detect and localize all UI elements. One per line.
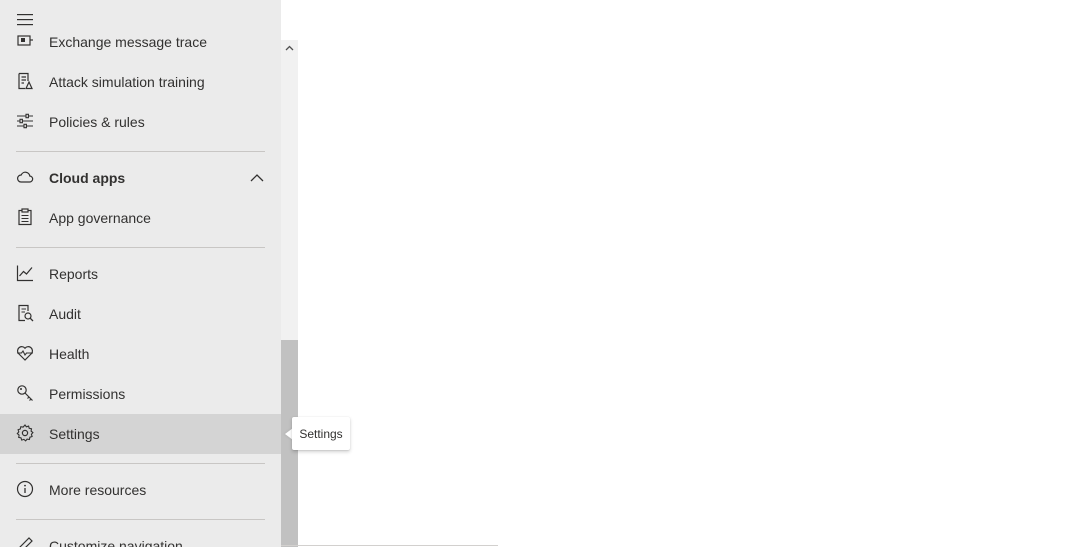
nav-item-attack-simulation-training[interactable]: Attack simulation training <box>0 62 281 102</box>
nav-item-reports[interactable]: Reports <box>0 254 281 294</box>
nav-item-label: Settings <box>49 426 100 442</box>
clipboard-icon <box>16 208 34 226</box>
nav-item-customize-navigation[interactable]: Customize navigation <box>0 526 281 547</box>
settings-tooltip: Settings <box>292 417 350 450</box>
sidebar-scrollbar[interactable] <box>281 40 298 547</box>
navigation-sidebar: Exchange message trace Attack simulation… <box>0 0 281 547</box>
nav-item-audit[interactable]: Audit <box>0 294 281 334</box>
key-icon <box>16 384 34 402</box>
nav-item-label: Health <box>49 346 90 362</box>
nav-item-label: Audit <box>49 306 81 322</box>
line-chart-icon <box>16 264 34 282</box>
nav-section-label: Cloud apps <box>49 170 126 186</box>
pencil-icon <box>16 536 34 547</box>
message-trace-icon <box>16 32 34 50</box>
nav-item-label: Permissions <box>49 386 126 402</box>
nav-item-label: More resources <box>49 482 147 498</box>
nav-item-label: Attack simulation training <box>49 74 205 90</box>
nav-item-label: Policies & rules <box>49 114 145 130</box>
nav-divider <box>16 463 265 464</box>
scroll-up-arrow-icon <box>285 45 294 51</box>
heart-pulse-icon <box>16 344 34 362</box>
nav-item-policies-rules[interactable]: Policies & rules <box>0 102 281 142</box>
cloud-icon <box>16 168 34 186</box>
audit-search-icon <box>16 304 34 322</box>
chevron-up-icon[interactable] <box>249 170 265 186</box>
nav-item-health[interactable]: Health <box>0 334 281 374</box>
nav-section-cloud-apps[interactable]: Cloud apps <box>0 158 281 198</box>
nav-divider <box>16 151 265 152</box>
info-icon <box>16 480 34 498</box>
scroll-up-button[interactable] <box>281 40 298 56</box>
tooltip-text: Settings <box>299 426 343 441</box>
nav-item-label: App governance <box>49 210 151 226</box>
nav-item-more-resources[interactable]: More resources <box>0 470 281 510</box>
nav-item-label: Exchange message trace <box>49 34 207 50</box>
policies-sliders-icon <box>16 112 34 130</box>
nav-item-exchange-message-trace[interactable]: Exchange message trace <box>0 22 281 62</box>
nav-item-permissions[interactable]: Permissions <box>0 374 281 414</box>
content-bottom-border <box>281 545 498 546</box>
nav-divider <box>16 519 265 520</box>
gear-icon <box>16 424 34 442</box>
nav-divider <box>16 247 265 248</box>
nav-item-app-governance[interactable]: App governance <box>0 198 281 238</box>
nav-item-label: Reports <box>49 266 99 282</box>
attack-simulation-icon <box>16 72 34 90</box>
nav-item-settings[interactable]: Settings <box>0 414 281 454</box>
nav-item-label: Customize navigation <box>49 538 183 547</box>
